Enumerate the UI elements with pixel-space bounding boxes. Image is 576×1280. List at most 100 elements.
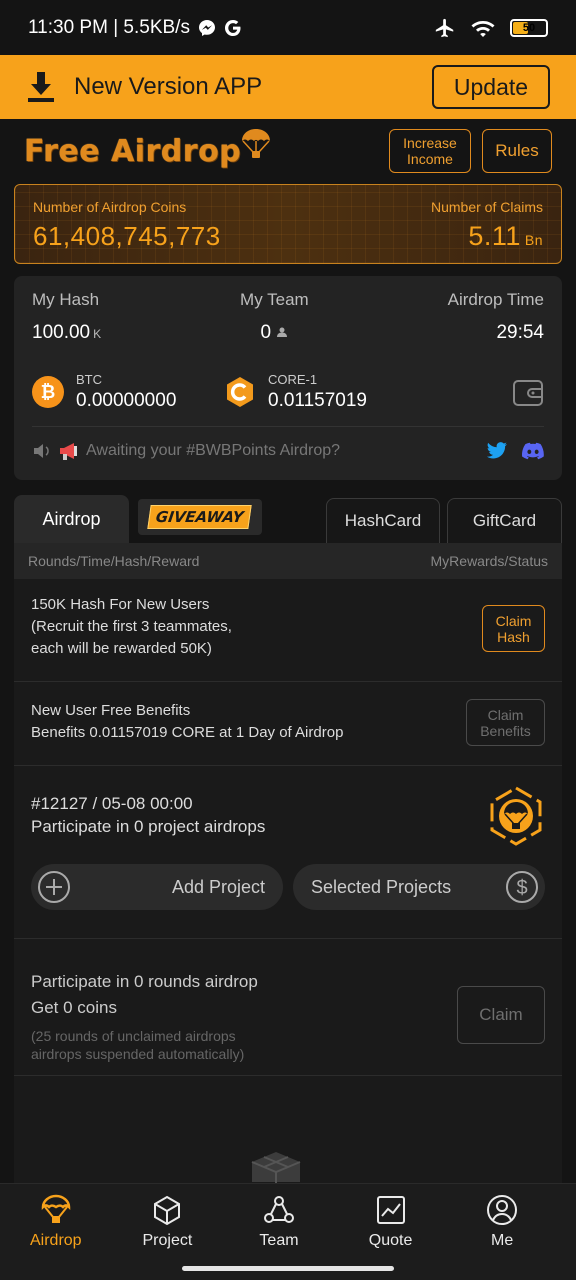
- airdrop-coins-card: Number of Airdrop Coins 61,408,745,773 N…: [14, 184, 562, 264]
- rules-button[interactable]: Rules: [482, 129, 552, 173]
- list-header-left: Rounds/Time/Hash/Reward: [28, 553, 200, 569]
- parachute-icon: [242, 129, 271, 158]
- nav-label: Quote: [368, 1232, 413, 1249]
- main-tabs: Airdrop GIVEAWAY HashCard GiftCard: [14, 495, 562, 543]
- airdrop-badge-icon: [490, 786, 542, 846]
- status-right: 50: [434, 17, 548, 39]
- free-airdrop-logo: Free Airdrop: [24, 129, 273, 169]
- my-hash-value-row: 100.00 K: [32, 322, 101, 344]
- core-icon: [227, 377, 253, 407]
- user-icon: [487, 1195, 518, 1225]
- claims-block: Number of Claims 5.11 Bn: [431, 199, 543, 252]
- claims-value-row: 5.11 Bn: [431, 221, 543, 252]
- social-links: [486, 442, 544, 460]
- my-team-label: My Team: [240, 290, 309, 309]
- cube-icon: [154, 1195, 181, 1226]
- update-title: New Version APP: [74, 73, 263, 100]
- cube-logo-icon: [251, 1152, 301, 1184]
- team-icon: [263, 1196, 294, 1223]
- my-hash-unit: K: [93, 327, 102, 341]
- battery-icon: 50: [510, 18, 548, 37]
- my-hash[interactable]: My Hash 100.00 K: [32, 290, 101, 344]
- dollar-circle-icon: $: [506, 871, 538, 903]
- download-icon: [28, 72, 54, 102]
- list-item-round: #12127 / 05-08 00:00 Participate in 0 pr…: [14, 766, 562, 939]
- battery-level: 50: [522, 21, 536, 34]
- asset-value: 0.01157019: [268, 390, 367, 411]
- selected-projects-button[interactable]: Selected Projects $: [293, 864, 545, 910]
- stats-card: My Hash 100.00 K My Team 0 Airdrop Time 2…: [14, 276, 562, 480]
- plus-circle-icon: [38, 871, 70, 903]
- status-bar: 11:30 PM | 5.5KB/s 50: [0, 0, 576, 55]
- list-item-rounds-claim: Participate in 0 rounds airdrop Get 0 co…: [14, 939, 562, 1076]
- round-title: #12127 / 05-08 00:00: [31, 794, 193, 813]
- add-project-label: Add Project: [171, 876, 265, 897]
- my-team-value-row: 0: [240, 322, 309, 344]
- claim-hash-button[interactable]: Claim Hash: [482, 605, 545, 652]
- nav-label: Me: [491, 1232, 514, 1249]
- round-subtitle: Participate in 0 project airdrops: [31, 817, 266, 836]
- svg-text:$: $: [516, 877, 527, 899]
- megaphone-icon: [60, 443, 77, 460]
- update-button[interactable]: Update: [432, 65, 550, 109]
- chart-icon: [376, 1196, 405, 1224]
- asset-name: BTC: [76, 372, 102, 387]
- project-actions: Add Project Selected Projects $: [31, 864, 545, 910]
- home-indicator[interactable]: [182, 1266, 394, 1271]
- asset-name: CORE-1: [268, 372, 318, 387]
- claims-value: 5.11: [468, 221, 521, 251]
- asset-btc: ₿ BTC 0.00000000: [32, 372, 224, 412]
- person-icon: [277, 327, 288, 337]
- wallet-icon[interactable]: [512, 376, 544, 408]
- tab-hashcard[interactable]: HashCard: [326, 498, 440, 543]
- asset-row: ₿ BTC 0.00000000 CORE-1 0.01157019: [32, 372, 544, 412]
- wifi-icon: [471, 20, 495, 37]
- claim-button[interactable]: Claim: [457, 986, 545, 1044]
- claims-unit: Bn: [524, 232, 543, 248]
- airdrop-time-value: 29:54: [496, 322, 544, 343]
- claims-label: Number of Claims: [430, 199, 543, 215]
- giveaway-label: GIVEAWAY: [147, 505, 253, 529]
- announcement-text: Awaiting your #BWBPoints Airdrop?: [86, 442, 341, 459]
- nav-label: Airdrop: [30, 1232, 82, 1249]
- nav-label: Project: [142, 1232, 193, 1249]
- bitcoin-icon: ₿: [32, 376, 64, 408]
- divider: [32, 426, 544, 427]
- nav-label: Team: [259, 1232, 299, 1249]
- update-banner: New Version APP Update: [0, 55, 576, 119]
- status-left: 11:30 PM | 5.5KB/s: [28, 17, 242, 39]
- my-hash-value: 100.00: [32, 322, 91, 343]
- tab-giveaway[interactable]: GIVEAWAY: [138, 499, 262, 535]
- list-item-new-user-benefits: New User Free Benefits Benefits 0.011570…: [14, 682, 562, 766]
- claim-benefits-button[interactable]: Claim Benefits: [466, 699, 545, 746]
- brand-row: Free Airdrop Increase Income Rules: [0, 119, 576, 183]
- my-team[interactable]: My Team 0: [240, 290, 309, 344]
- asset-core: CORE-1 0.01157019: [224, 372, 416, 412]
- tab-giftcard[interactable]: GiftCard: [447, 498, 562, 543]
- airdrop-icon: [41, 1194, 71, 1223]
- airplane-icon: [435, 18, 454, 37]
- discord-icon[interactable]: [522, 442, 544, 460]
- airdrop-time-label: Airdrop Time: [447, 290, 544, 309]
- my-hash-label: My Hash: [32, 290, 100, 309]
- note-line: airdrops suspended automatically): [31, 1046, 245, 1062]
- google-icon: [224, 19, 241, 36]
- item-line: (Recruit the first 3 teammates,: [31, 618, 232, 635]
- item-line: each will be rewarded 50K): [31, 640, 212, 657]
- status-time-speed: 11:30 PM | 5.5KB/s: [28, 16, 190, 38]
- announcement-row[interactable]: Awaiting your #BWBPoints Airdrop?: [32, 441, 544, 461]
- speaker-icon: [34, 444, 49, 458]
- tab-airdrop[interactable]: Airdrop: [14, 495, 129, 543]
- increase-income-button[interactable]: Increase Income: [389, 129, 471, 173]
- logo-text: Free Airdrop: [24, 133, 242, 169]
- nav-airdrop[interactable]: Airdrop: [0, 1184, 112, 1280]
- selected-projects-label: Selected Projects: [311, 876, 452, 897]
- airdrop-time: Airdrop Time 29:54: [448, 290, 544, 344]
- stats-row: My Hash 100.00 K My Team 0 Airdrop Time 2…: [32, 290, 544, 344]
- nav-me[interactable]: Me: [446, 1184, 558, 1280]
- list-header-right: MyRewards/Status: [430, 553, 548, 569]
- list-item-new-user-hash: 150K Hash For New Users (Recruit the fir…: [14, 579, 562, 682]
- add-project-button[interactable]: Add Project: [31, 864, 283, 910]
- twitter-icon[interactable]: [486, 442, 508, 460]
- airdrop-list: Rounds/Time/Hash/Reward MyRewards/Status…: [14, 543, 562, 1183]
